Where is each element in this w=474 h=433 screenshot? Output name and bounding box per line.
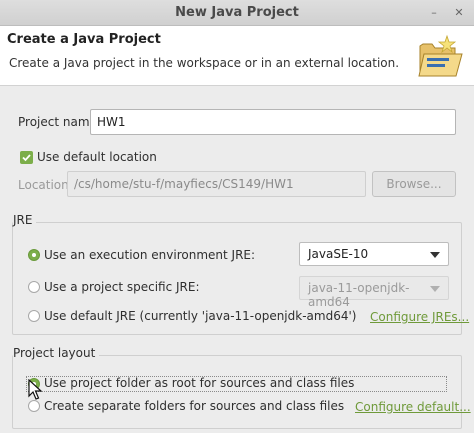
project-layout-group-title: Project layout xyxy=(13,346,100,360)
wizard-header: Create a Java Project Create a Java proj… xyxy=(0,26,474,86)
configure-default-link[interactable]: Configure default... xyxy=(355,400,471,414)
project-name-input[interactable]: HW1 xyxy=(90,109,456,135)
layout-root-folder-label: Use project folder as root for sources a… xyxy=(44,376,355,390)
jre-default-radio[interactable] xyxy=(28,310,40,322)
chevron-down-icon xyxy=(430,286,440,292)
project-specific-jre-select[interactable]: java-11-openjdk-amd64 xyxy=(299,276,449,309)
use-default-location-label: Use default location xyxy=(37,150,157,164)
mouse-cursor-icon xyxy=(28,379,42,400)
checkmark-icon xyxy=(22,154,31,162)
location-label: Location: xyxy=(18,178,73,192)
location-input[interactable]: /cs/home/stu-f/mayfiecs/CS149/HW1 xyxy=(67,171,366,197)
project-name-label: Project name: xyxy=(18,115,101,129)
execution-environment-value: JavaSE-10 xyxy=(308,247,369,261)
jre-project-specific-radio[interactable] xyxy=(28,281,40,293)
jre-group-title: JRE xyxy=(13,213,37,227)
close-icon[interactable]: ✕ xyxy=(452,6,466,20)
title-bar: New Java Project – ✕ xyxy=(0,0,474,26)
configure-jres-link[interactable]: Configure JREs... xyxy=(370,310,469,324)
jre-default-label: Use default JRE (currently 'java-11-open… xyxy=(44,309,357,323)
use-default-location-checkbox[interactable] xyxy=(20,151,33,164)
new-java-project-folder-icon xyxy=(418,34,463,77)
layout-separate-folders-radio[interactable] xyxy=(28,400,40,412)
browse-button[interactable]: Browse... xyxy=(372,171,456,197)
wizard-title: Create a Java Project xyxy=(7,32,161,47)
project-layout-group xyxy=(12,355,462,429)
layout-separate-folders-label: Create separate folders for sources and … xyxy=(44,399,345,413)
jre-execution-environment-label: Use an execution environment JRE: xyxy=(44,248,256,262)
window-title: New Java Project xyxy=(175,5,299,20)
minimize-icon[interactable]: – xyxy=(427,6,441,20)
chevron-down-icon xyxy=(430,252,440,258)
jre-project-specific-label: Use a project specific JRE: xyxy=(44,280,200,294)
wizard-description: Create a Java project in the workspace o… xyxy=(9,56,400,70)
jre-execution-environment-radio[interactable] xyxy=(28,249,40,261)
execution-environment-select[interactable]: JavaSE-10 xyxy=(299,242,449,266)
